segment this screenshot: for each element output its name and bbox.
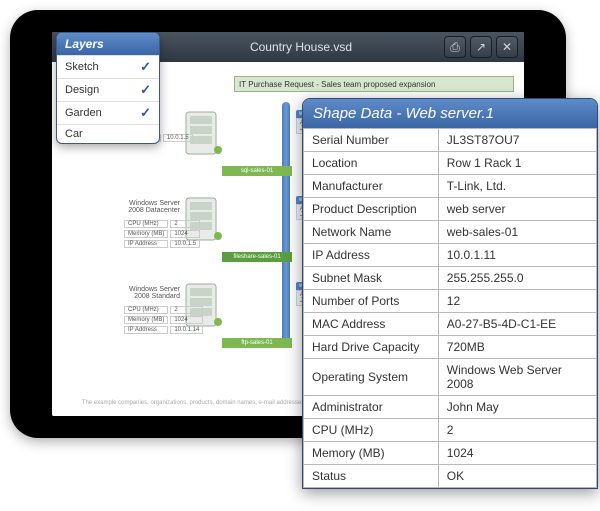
prop-key: Manufacturer <box>304 175 439 198</box>
table-row: CPU (MHz)2 <box>304 419 597 442</box>
layer-row[interactable]: Car <box>57 124 159 143</box>
share-icon[interactable]: ↗ <box>470 36 492 58</box>
table-row: MAC AddressA0-27-B5-4D-C1-EE <box>304 313 597 336</box>
prop-value: John May <box>438 396 596 419</box>
layer-row[interactable]: Garden ✓ <box>57 101 159 124</box>
layer-row[interactable]: Design ✓ <box>57 78 159 101</box>
table-row: Network Nameweb-sales-01 <box>304 221 597 244</box>
prop-key: Number of Ports <box>304 290 439 313</box>
shape-data-panel: Shape Data - Web server.1 Serial NumberJ… <box>302 98 598 489</box>
server-tag: ftp-sales-01 <box>222 338 292 348</box>
check-icon: ✓ <box>140 59 151 75</box>
prop-key: Serial Number <box>304 129 439 152</box>
server-name: Windows Server 2008 Standard <box>122 286 180 300</box>
prop-value: Row 1 Rack 1 <box>438 152 596 175</box>
prop-key: Hard Drive Capacity <box>304 336 439 359</box>
server-name: Windows Server 2008 Datacenter <box>122 200 180 214</box>
server-tag: fileshare-sales-01 <box>222 252 292 262</box>
shape-data-table: Serial NumberJL3ST87OU7LocationRow 1 Rac… <box>303 128 597 488</box>
table-row: Subnet Mask255.255.255.0 <box>304 267 597 290</box>
layer-row[interactable]: Sketch ✓ <box>57 55 159 78</box>
prop-key: Product Description <box>304 198 439 221</box>
layer-name: Car <box>65 128 83 140</box>
prop-key: Operating System <box>304 359 439 396</box>
prop-key: Network Name <box>304 221 439 244</box>
prop-key: Subnet Mask <box>304 267 439 290</box>
prop-key: IP Address <box>304 244 439 267</box>
pdf-icon[interactable]: ⎙ <box>444 36 466 58</box>
server-block[interactable]: Windows Server 2008 DatacenterCPU (MHz)2… <box>122 184 322 262</box>
banner-text: IT Purchase Request - Sales team propose… <box>234 76 514 92</box>
table-row: Serial NumberJL3ST87OU7 <box>304 129 597 152</box>
table-row: Memory (MB)1024 <box>304 442 597 465</box>
prop-key: Memory (MB) <box>304 442 439 465</box>
table-row: LocationRow 1 Rack 1 <box>304 152 597 175</box>
table-row: Number of Ports12 <box>304 290 597 313</box>
prop-key: Status <box>304 465 439 488</box>
table-row: StatusOK <box>304 465 597 488</box>
document-title: Country House.vsd <box>162 40 440 54</box>
table-row: IP Address10.0.1.11 <box>304 244 597 267</box>
prop-value: A0-27-B5-4D-C1-EE <box>438 313 596 336</box>
prop-value: T-Link, Ltd. <box>438 175 596 198</box>
layers-popover: Layers Sketch ✓ Design ✓ Garden ✓ Car <box>56 32 160 144</box>
prop-key: Administrator <box>304 396 439 419</box>
prop-value: 720MB <box>438 336 596 359</box>
prop-value: web-sales-01 <box>438 221 596 244</box>
table-row: Operating SystemWindows Web Server 2008 <box>304 359 597 396</box>
layers-title: Layers <box>57 33 159 55</box>
table-row: AdministratorJohn May <box>304 396 597 419</box>
check-icon: ✓ <box>140 105 151 121</box>
prop-value: 1024 <box>438 442 596 465</box>
prop-key: Location <box>304 152 439 175</box>
close-icon[interactable]: ✕ <box>496 36 518 58</box>
table-row: Product Descriptionweb server <box>304 198 597 221</box>
prop-key: CPU (MHz) <box>304 419 439 442</box>
prop-value: JL3ST87OU7 <box>438 129 596 152</box>
prop-value: 10.0.1.11 <box>438 244 596 267</box>
prop-value: web server <box>438 198 596 221</box>
layer-name: Garden <box>65 107 102 119</box>
server-tag: sql-sales-01 <box>222 166 292 176</box>
table-row: ManufacturerT-Link, Ltd. <box>304 175 597 198</box>
check-icon: ✓ <box>140 82 151 98</box>
server-block[interactable]: Windows Server 2008 StandardCPU (MHz)2Me… <box>122 270 322 348</box>
prop-value: OK <box>438 465 596 488</box>
shape-data-title: Shape Data - Web server.1 <box>303 99 597 128</box>
prop-key: MAC Address <box>304 313 439 336</box>
layer-name: Sketch <box>65 61 99 73</box>
layer-name: Design <box>65 84 99 96</box>
prop-value: 2 <box>438 419 596 442</box>
prop-value: 255.255.255.0 <box>438 267 596 290</box>
prop-value: 12 <box>438 290 596 313</box>
prop-value: Windows Web Server 2008 <box>438 359 596 396</box>
table-row: Hard Drive Capacity720MB <box>304 336 597 359</box>
